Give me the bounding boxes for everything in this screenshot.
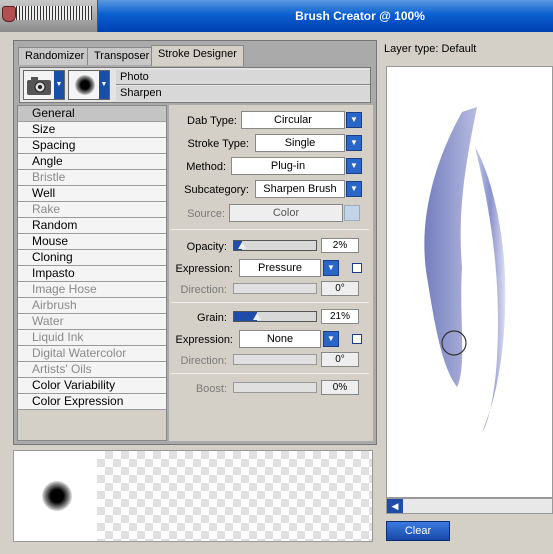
chevron-down-icon[interactable]: ▼ xyxy=(54,71,64,99)
category-item-liquid-ink[interactable]: Liquid Ink xyxy=(18,330,166,346)
category-item-angle[interactable]: Angle xyxy=(18,154,166,170)
subcategory-label: Subcategory: xyxy=(184,184,249,196)
dab-icon xyxy=(75,75,95,95)
chevron-down-icon[interactable]: ▼ xyxy=(346,135,362,151)
category-item-bristle[interactable]: Bristle xyxy=(18,170,166,186)
source-select[interactable]: Color xyxy=(229,204,343,222)
grain-label: Grain: xyxy=(197,312,227,324)
category-item-digital-watercolor[interactable]: Digital Watercolor xyxy=(18,346,166,362)
divider xyxy=(171,302,369,303)
boost-label: Boost: xyxy=(195,383,227,395)
chevron-down-icon[interactable]: ▼ xyxy=(323,331,339,347)
stroke-preview xyxy=(97,451,372,541)
chevron-down-icon[interactable]: ▼ xyxy=(346,112,362,128)
horizontal-scrollbar[interactable]: ◀ xyxy=(386,498,553,514)
app-icon xyxy=(2,6,16,22)
coil-graphic xyxy=(4,6,92,20)
stroke-type-label: Stroke Type: xyxy=(187,138,249,150)
grain-value[interactable]: 21% xyxy=(321,309,359,324)
dab-preview xyxy=(13,450,373,542)
chevron-down-icon[interactable]: ▼ xyxy=(323,260,339,276)
grain-expression-select[interactable]: None xyxy=(239,330,321,348)
method-label: Method: xyxy=(186,161,226,173)
category-item-random[interactable]: Random xyxy=(18,218,166,234)
grain-slider[interactable] xyxy=(233,311,317,322)
chevron-down-icon[interactable]: ▼ xyxy=(346,158,362,174)
category-item-spacing[interactable]: Spacing xyxy=(18,138,166,154)
boost-value[interactable]: 0% xyxy=(321,380,359,395)
brush-category-button[interactable]: ▼ xyxy=(23,70,65,100)
category-list: General Size Spacing Angle Bristle Well Rake Ra… xyxy=(17,105,167,441)
category-item-impasto[interactable]: Impasto xyxy=(18,266,166,282)
tab-randomizer[interactable]: Randomizer xyxy=(18,47,92,65)
layer-type-label: Layer type: Default xyxy=(384,43,477,55)
category-item-airbrush[interactable]: Airbrush xyxy=(18,298,166,314)
opacity-value[interactable]: 2% xyxy=(321,238,359,253)
dab-type-label: Dab Type: xyxy=(187,115,237,127)
category-item-color-expression[interactable]: Color Expression xyxy=(18,394,166,410)
method-select[interactable]: Plug-in xyxy=(231,157,345,175)
brush-variant-button[interactable]: ▼ xyxy=(68,70,110,100)
divider xyxy=(171,229,369,230)
opacity-direction-value[interactable]: 0° xyxy=(321,281,359,296)
grain-direction-slider[interactable] xyxy=(233,354,317,365)
grain-expression-label: Expression: xyxy=(175,334,233,346)
camera-icon xyxy=(27,77,51,95)
brush-variant-name: Sharpen xyxy=(116,86,370,101)
grain-direction-value[interactable]: 0° xyxy=(321,352,359,367)
opacity-expression-label: Expression: xyxy=(175,263,233,275)
chevron-down-icon[interactable]: ▼ xyxy=(99,71,109,99)
invert-opacity-checkbox[interactable] xyxy=(352,263,362,273)
category-item-water[interactable]: Water xyxy=(18,314,166,330)
stroke-preview-art xyxy=(424,107,506,432)
category-item-color-variability[interactable]: Color Variability xyxy=(18,378,166,394)
chevron-down-icon[interactable] xyxy=(344,205,360,221)
opacity-slider-thumb[interactable] xyxy=(238,242,246,249)
category-item-artists-oils[interactable]: Artists' Oils xyxy=(18,362,166,378)
opacity-direction-slider[interactable] xyxy=(233,283,317,294)
brush-panel: Randomizer Transposer Stroke Designer ▼ … xyxy=(13,40,377,445)
category-item-rake[interactable]: Rake xyxy=(18,202,166,218)
opacity-label: Opacity: xyxy=(186,241,227,253)
category-item-mouse[interactable]: Mouse xyxy=(18,234,166,250)
brush-category-name: Photo xyxy=(116,70,370,85)
source-label: Source: xyxy=(187,208,225,220)
brush-selector: ▼ ▼ Photo Sharpen xyxy=(19,67,371,103)
opacity-slider[interactable] xyxy=(233,240,317,251)
category-item-size[interactable]: Size xyxy=(18,122,166,138)
clear-button[interactable]: Clear xyxy=(386,521,450,541)
grain-slider-thumb[interactable] xyxy=(253,313,261,320)
boost-slider[interactable] xyxy=(233,382,317,393)
dab-type-select[interactable]: Circular xyxy=(241,111,345,129)
category-item-image-hose[interactable]: Image Hose xyxy=(18,282,166,298)
spiral-binding xyxy=(0,0,98,32)
tab-transposer[interactable]: Transposer xyxy=(87,47,157,65)
subcategory-select[interactable]: Sharpen Brush xyxy=(255,180,345,198)
stroke-type-select[interactable]: Single xyxy=(255,134,345,152)
preview-canvas[interactable] xyxy=(386,66,553,498)
window-title: Brush Creator @ 100% xyxy=(295,9,425,23)
category-item-cloning[interactable]: Cloning xyxy=(18,250,166,266)
chevron-down-icon[interactable]: ▼ xyxy=(346,181,362,197)
tab-stroke-designer[interactable]: Stroke Designer xyxy=(151,45,244,66)
divider xyxy=(171,373,369,374)
category-item-well[interactable]: Well xyxy=(18,186,166,202)
grain-direction-label: Direction: xyxy=(180,355,227,367)
dab-preview-shape xyxy=(42,481,72,511)
opacity-expression-select[interactable]: Pressure xyxy=(239,259,321,277)
general-properties: Dab Type: Circular ▼ Stroke Type: Single… xyxy=(169,105,373,441)
title-bar: Brush Creator @ 100% xyxy=(0,0,553,32)
invert-grain-checkbox[interactable] xyxy=(352,334,362,344)
category-item-general[interactable]: General xyxy=(18,106,166,122)
chevron-left-icon[interactable]: ◀ xyxy=(387,499,403,513)
opacity-direction-label: Direction: xyxy=(180,284,227,296)
